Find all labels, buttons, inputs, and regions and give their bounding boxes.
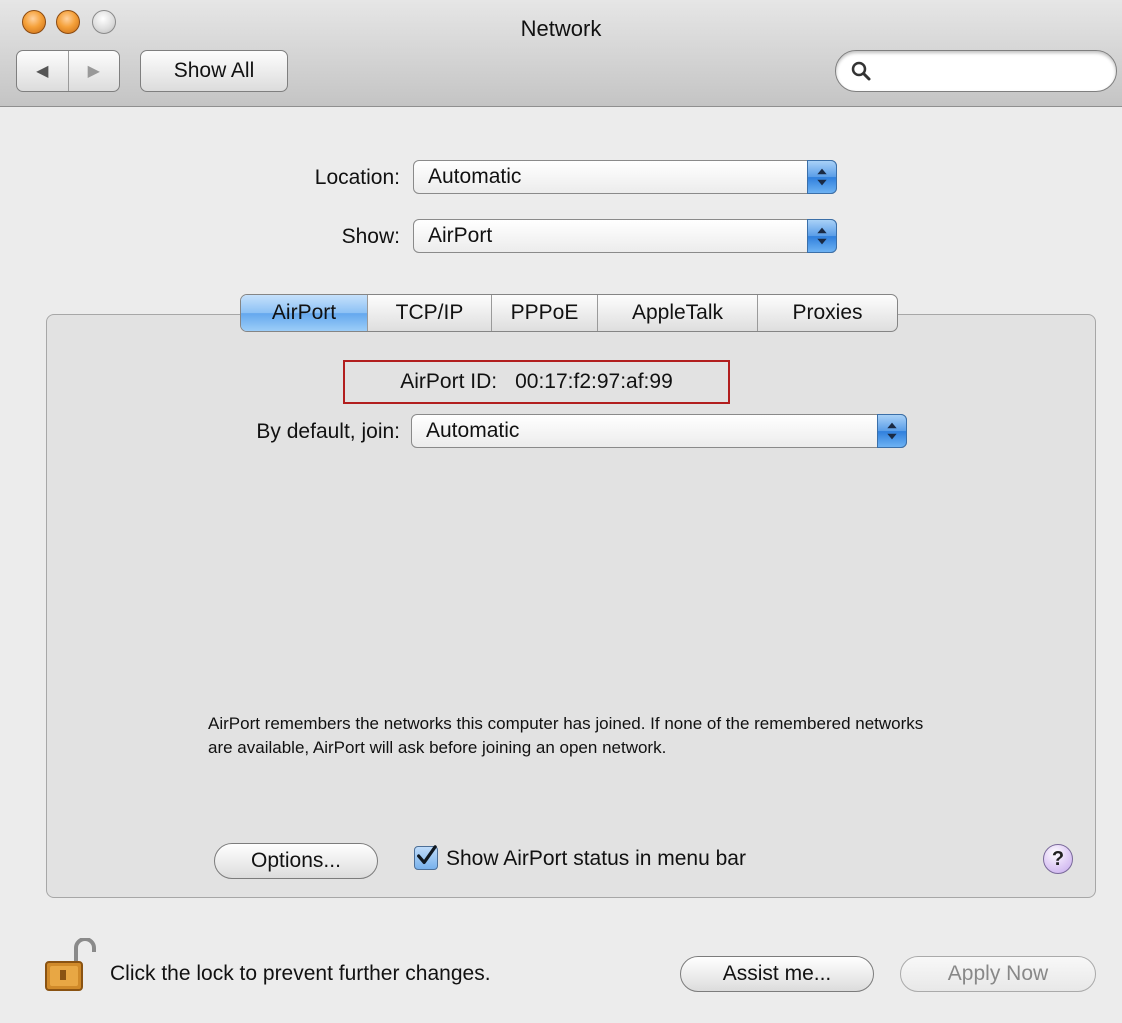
back-forward-group: ◀ ▶ (16, 50, 120, 92)
airport-description: AirPort remembers the networks this comp… (208, 714, 924, 757)
show-value: AirPort (428, 224, 493, 247)
show-label: Show: (341, 225, 400, 248)
location-value: Automatic (428, 165, 522, 188)
popup-stepper-icon (807, 160, 837, 194)
tab-bar: AirPort TCP/IP PPPoE AppleTalk Proxies (240, 294, 898, 332)
airport-id-highlight: AirPort ID: 00:17:f2:97:af:99 (343, 360, 730, 404)
search-field[interactable] (835, 50, 1117, 92)
search-input[interactable] (878, 57, 1102, 87)
network-window: Network ◀ ▶ Show All Location: Automatic (0, 0, 1122, 1023)
airport-id-label: AirPort ID: (400, 370, 498, 393)
location-label: Location: (314, 166, 400, 189)
show-all-button[interactable]: Show All (140, 50, 288, 92)
popup-stepper-icon (807, 219, 837, 253)
apply-now-button[interactable]: Apply Now (900, 956, 1096, 992)
back-button[interactable]: ◀ (17, 51, 68, 91)
popup-stepper-icon (877, 414, 907, 448)
search-icon (851, 61, 871, 81)
tab-appletalk[interactable]: AppleTalk (597, 295, 757, 331)
join-popup[interactable]: Automatic (411, 414, 907, 448)
airport-id-value: 00:17:f2:97:af:99 (515, 370, 673, 393)
show-popup[interactable]: AirPort (413, 219, 837, 253)
tab-tcpip[interactable]: TCP/IP (367, 295, 491, 331)
airport-status-label: Show AirPort status in menu bar (446, 847, 746, 870)
forward-arrow-icon: ▶ (87, 63, 100, 80)
options-button[interactable]: Options... (214, 843, 378, 879)
location-popup[interactable]: Automatic (413, 160, 837, 194)
window-title: Network (520, 16, 602, 41)
join-value: Automatic (426, 419, 520, 442)
join-label: By default, join: (256, 420, 400, 443)
back-arrow-icon: ◀ (36, 63, 49, 80)
tab-pppoe[interactable]: PPPoE (491, 295, 597, 331)
airport-status-checkbox[interactable] (414, 845, 438, 870)
lock-icon[interactable] (42, 938, 98, 994)
tab-airport[interactable]: AirPort (241, 295, 367, 331)
tab-proxies[interactable]: Proxies (757, 295, 897, 331)
toolbar: Network ◀ ▶ Show All (0, 0, 1122, 107)
checkmark-icon (417, 845, 437, 865)
help-button[interactable]: ? (1043, 844, 1073, 874)
forward-button[interactable]: ▶ (67, 51, 120, 91)
lock-message: Click the lock to prevent further change… (110, 962, 491, 985)
assist-me-button[interactable]: Assist me... (680, 956, 874, 992)
